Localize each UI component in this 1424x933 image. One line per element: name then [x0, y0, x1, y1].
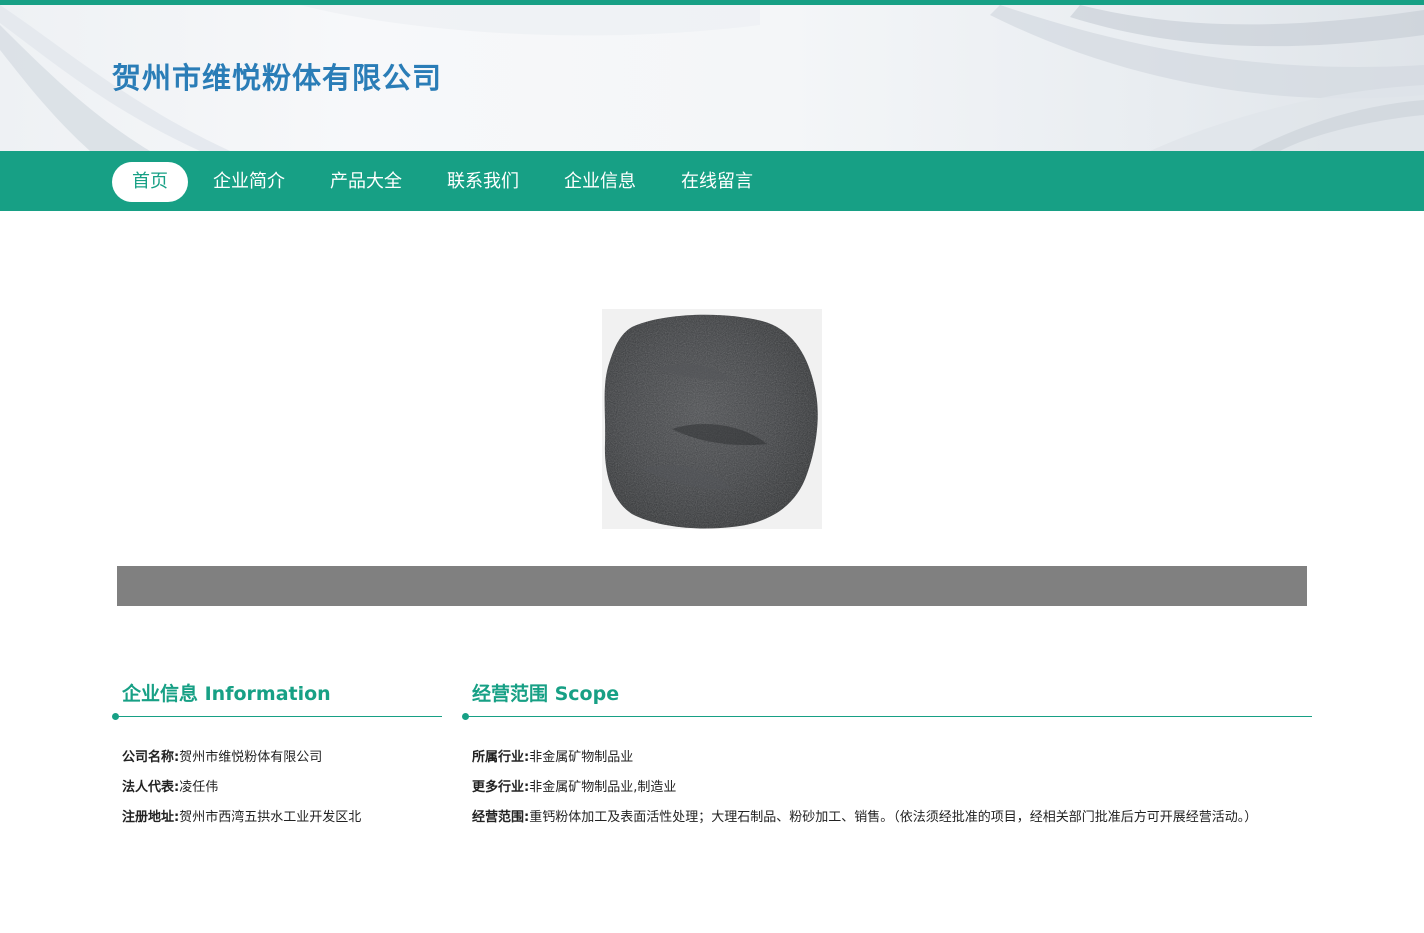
business-scope-value: 重钙粉体加工及表面活性处理；大理石制品、粉砂加工、销售。（依法须经批准的项目，经…	[529, 810, 1258, 825]
address-value: 贺州市西湾五拱水工业开发区北	[179, 810, 362, 825]
legal-rep-row: 法人代表:凌任伟	[122, 773, 218, 803]
company-info-heading: 企业信息 Information	[122, 683, 331, 705]
company-name-row: 公司名称:贺州市维悦粉体有限公司	[122, 743, 322, 773]
black-powder-image	[602, 309, 822, 529]
nav-company-intro[interactable]: 企业简介	[208, 162, 290, 202]
main-navbar: 首页 企业简介 产品大全 联系我们 企业信息 在线留言	[0, 151, 1424, 211]
nav-contact[interactable]: 联系我们	[442, 162, 524, 202]
scope-divider	[465, 716, 1312, 717]
industry-row: 所属行业:非金属矿物制品业	[472, 743, 633, 773]
nav-company-info[interactable]: 企业信息	[559, 162, 641, 202]
company-name-label: 公司名称:	[122, 750, 180, 765]
header-banner: 贺州市维悦粉体有限公司	[0, 5, 1424, 151]
more-industry-label: 更多行业:	[472, 780, 530, 795]
address-row: 注册地址:贺州市西湾五拱水工业开发区北	[122, 803, 361, 833]
nav-home[interactable]: 首页	[112, 162, 188, 202]
banner-bar	[117, 566, 1307, 606]
business-scope-label: 经营范围:	[472, 810, 530, 825]
scope-heading: 经营范围 Scope	[472, 683, 620, 705]
industry-value: 非金属矿物制品业	[529, 750, 634, 765]
company-info-divider	[115, 716, 442, 717]
address-label: 注册地址:	[122, 810, 180, 825]
legal-rep-label: 法人代表:	[122, 780, 180, 795]
more-industry-value: 非金属矿物制品业,制造业	[529, 780, 677, 795]
more-industry-row: 更多行业:非金属矿物制品业,制造业	[472, 773, 676, 803]
nav-products[interactable]: 产品大全	[325, 162, 407, 202]
business-scope-row: 经营范围:重钙粉体加工及表面活性处理；大理石制品、粉砂加工、销售。（依法须经批准…	[472, 803, 1312, 833]
nav-message[interactable]: 在线留言	[676, 162, 758, 202]
industry-label: 所属行业:	[472, 750, 530, 765]
site-title[interactable]: 贺州市维悦粉体有限公司	[112, 55, 442, 97]
company-name-value: 贺州市维悦粉体有限公司	[179, 750, 323, 765]
legal-rep-value: 凌任伟	[179, 780, 219, 795]
